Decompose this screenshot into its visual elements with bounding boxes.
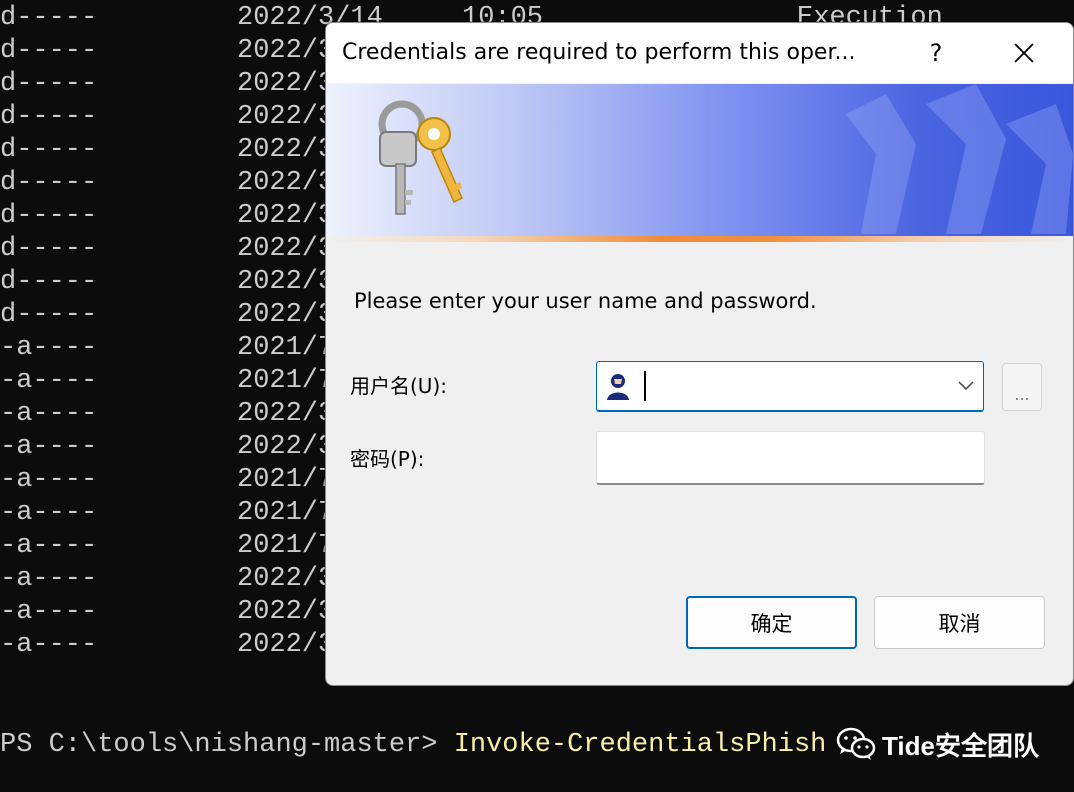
browse-button[interactable]: ...	[1002, 363, 1042, 411]
terminal-mode-cell: d-----	[0, 135, 98, 165]
terminal-date-cell: 2021/7	[237, 498, 335, 528]
terminal-mode-cell: d-----	[0, 3, 98, 33]
terminal-mode-cell: -a----	[0, 597, 98, 627]
user-icon	[605, 372, 631, 400]
close-icon	[1014, 43, 1034, 63]
terminal-mode-cell: -a----	[0, 498, 98, 528]
cancel-button[interactable]: 取消	[874, 596, 1045, 649]
terminal-mode-cell: d-----	[0, 36, 98, 66]
terminal-date-cell: 2022/3	[237, 201, 335, 231]
terminal-mode-cell: -a----	[0, 564, 98, 594]
password-label: 密码(P):	[350, 447, 425, 471]
terminal-date-cell: 2022/3	[237, 135, 335, 165]
terminal-date-cell: 2022/3	[237, 234, 335, 264]
username-label: 用户名(U):	[350, 374, 447, 398]
terminal-date-cell: 2022/3	[237, 300, 335, 330]
terminal-mode-cell: -a----	[0, 465, 98, 495]
terminal-date-cell: 2022/3	[237, 399, 335, 429]
terminal-mode-cell: d-----	[0, 234, 98, 264]
keys-icon	[378, 100, 463, 215]
credentials-dialog: Credentials are required to perform this…	[325, 22, 1074, 686]
terminal-date-cell: 2021/7	[237, 333, 335, 363]
terminal-date-cell: 2022/3	[237, 36, 335, 66]
terminal-date-cell: 2022/3	[237, 102, 335, 132]
watermark: Tide安全团队	[836, 723, 1039, 765]
terminal-date-cell: 2021/7	[237, 465, 335, 495]
terminal-date-cell: 2022/3	[237, 597, 335, 627]
banner-decoration	[846, 84, 1073, 234]
terminal-date-cell: 2022/3	[237, 630, 335, 660]
terminal-mode-cell: d-----	[0, 168, 98, 198]
wechat-icon	[836, 727, 876, 760]
banner-stripe	[326, 236, 1073, 242]
terminal-date-cell: 2022/3	[237, 267, 335, 297]
close-button[interactable]	[1001, 31, 1047, 75]
help-icon: ?	[929, 39, 943, 67]
watermark-text: Tide安全团队	[882, 730, 1039, 761]
chevron-down-icon[interactable]	[957, 378, 975, 392]
prompt-command: Invoke-CredentialsPhish	[453, 730, 827, 760]
terminal-mode-cell: -a----	[0, 333, 98, 363]
help-button[interactable]: ?	[913, 31, 959, 75]
terminal-mode-cell: -a----	[0, 366, 98, 396]
password-input[interactable]	[596, 431, 985, 485]
terminal-date-cell: 2022/3	[237, 168, 335, 198]
terminal-mode-cell: d-----	[0, 201, 98, 231]
terminal-date-cell: 2022/3	[237, 432, 335, 462]
terminal-mode-cell: d-----	[0, 69, 98, 99]
terminal-date-cell: 2021/7	[237, 366, 335, 396]
dialog-banner	[326, 84, 1073, 236]
terminal-date-cell: 2021/7	[237, 531, 335, 561]
terminal-mode-cell: -a----	[0, 432, 98, 462]
terminal-mode-cell: -a----	[0, 399, 98, 429]
prompt-path: PS C:\tools\nishang-master>	[0, 730, 454, 760]
dialog-title: Credentials are required to perform this…	[342, 40, 856, 65]
terminal-date-cell: 2022/3	[237, 564, 335, 594]
prompt-line: PS C:\tools\nishang-master> Invoke-Crede…	[0, 727, 826, 763]
username-combobox[interactable]	[596, 361, 984, 412]
text-caret	[644, 371, 646, 401]
terminal-mode-cell: -a----	[0, 531, 98, 561]
terminal-date-cell: 2022/3	[237, 69, 335, 99]
dialog-titlebar[interactable]: Credentials are required to perform this…	[326, 23, 1073, 83]
terminal-mode-cell: -a----	[0, 630, 98, 660]
dialog-message: Please enter your user name and password…	[354, 289, 817, 313]
ok-button[interactable]: 确定	[686, 596, 857, 649]
terminal-mode-cell: d-----	[0, 102, 98, 132]
terminal-mode-cell: d-----	[0, 267, 98, 297]
terminal-mode-cell: d-----	[0, 300, 98, 330]
